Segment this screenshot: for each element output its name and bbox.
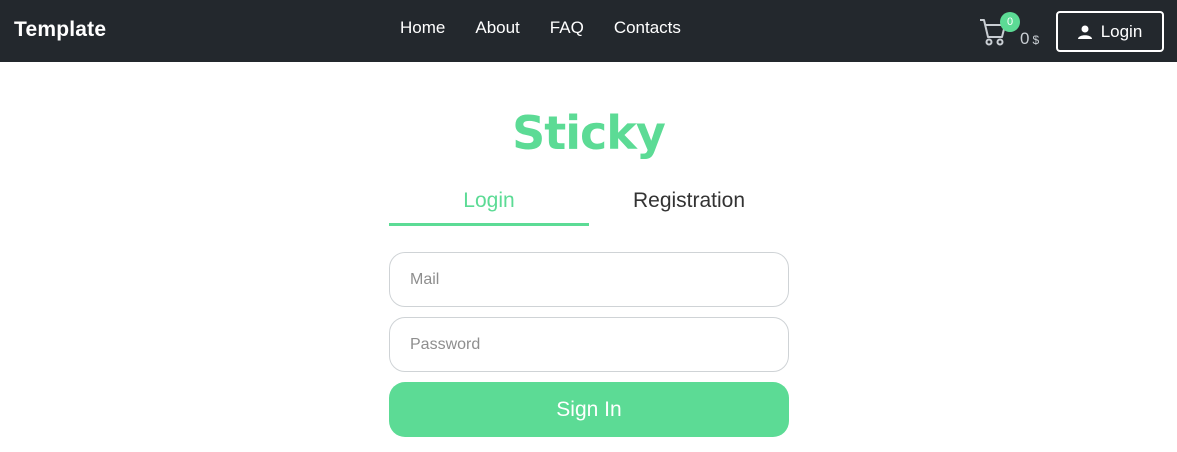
- cart-count-badge: 0: [1000, 12, 1020, 32]
- cart-button[interactable]: 0: [979, 12, 1020, 49]
- cart-currency: $: [1032, 33, 1040, 47]
- header-login-label: Login: [1100, 21, 1143, 41]
- mail-input[interactable]: [389, 252, 789, 307]
- nav-home-link[interactable]: Home: [400, 18, 445, 38]
- nav-contacts-link[interactable]: Contacts: [614, 18, 681, 38]
- cart-total: 0 $: [1020, 29, 1039, 49]
- tab-login[interactable]: Login: [389, 186, 589, 226]
- nav-faq-link[interactable]: FAQ: [550, 18, 584, 38]
- auth-tabs: Login Registration: [389, 186, 789, 226]
- user-icon: [1077, 25, 1092, 39]
- tab-registration[interactable]: Registration: [589, 186, 789, 226]
- nav-about-link[interactable]: About: [475, 18, 519, 38]
- password-input[interactable]: [389, 317, 789, 372]
- top-navigation-bar: Template Home About FAQ Contacts 0 0 $ Lo…: [0, 0, 1177, 62]
- sign-in-button[interactable]: Sign In: [389, 382, 789, 437]
- header-login-button[interactable]: Login: [1056, 11, 1164, 52]
- cart-total-value: 0: [1020, 29, 1030, 48]
- sticky-logo: Sticky: [512, 106, 666, 160]
- main-navigation: Home About FAQ Contacts: [400, 18, 681, 38]
- brand-name[interactable]: Template: [14, 18, 106, 42]
